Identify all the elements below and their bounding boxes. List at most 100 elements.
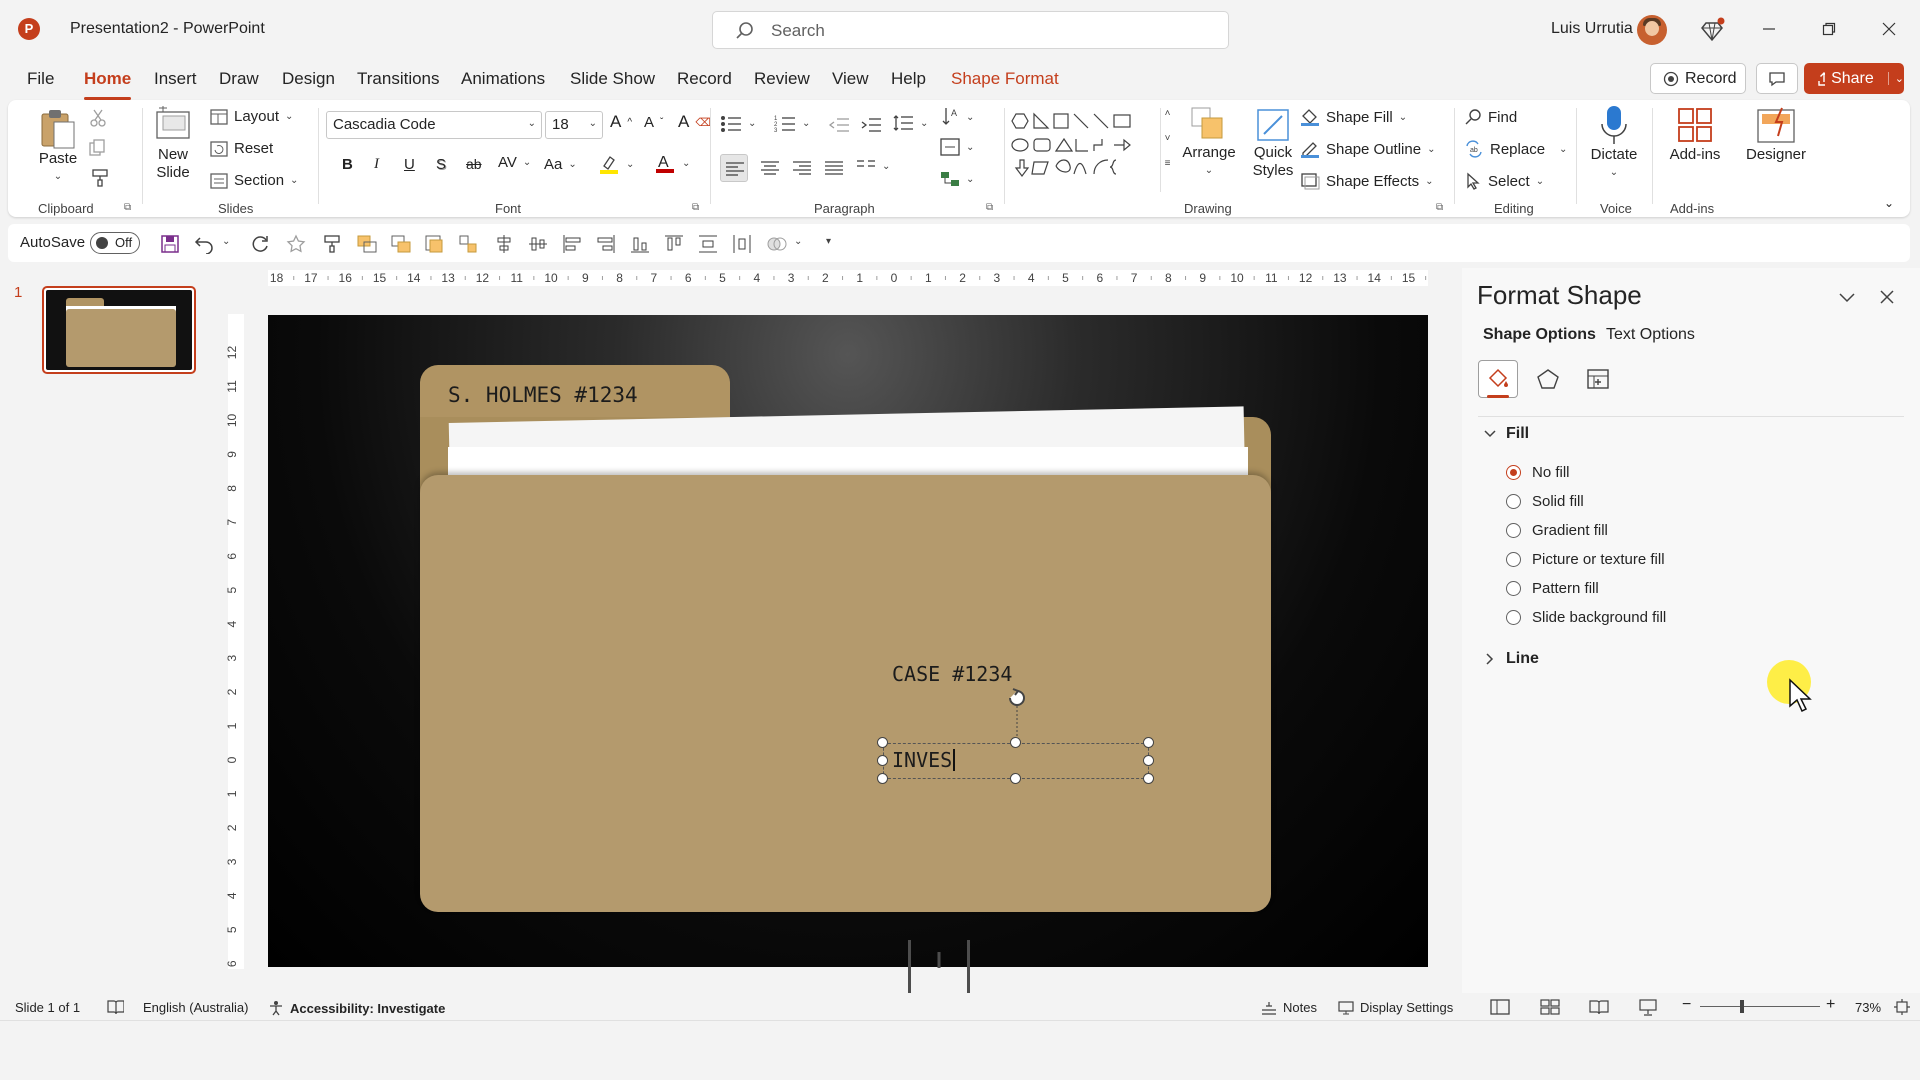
fill-section-header[interactable]: Fill (1484, 425, 1529, 443)
record-button[interactable]: Record (1650, 63, 1746, 94)
radio-no-fill[interactable]: No fill (1506, 464, 1570, 481)
slideshow-view-icon[interactable] (1638, 998, 1658, 1016)
close-pane-icon[interactable] (1879, 289, 1895, 305)
tab-insert[interactable]: Insert (154, 69, 197, 89)
tab-record[interactable]: Record (677, 69, 732, 89)
fill-and-line-tab[interactable] (1478, 360, 1518, 398)
bring-forward-icon[interactable] (356, 234, 378, 254)
font-launcher-icon[interactable]: ⧉ (692, 202, 699, 213)
vertical-ruler[interactable]: 12 11 10 9 8 7 6 5 4 3 2 1 0 1 2 3 4 5 6 (226, 288, 246, 988)
radio-button[interactable] (1506, 552, 1521, 567)
folder-label-text[interactable]: S. HOLMES #1234 (448, 383, 638, 407)
highlight-icon[interactable]: ⌄ (598, 154, 634, 174)
align-bottom-icon[interactable] (630, 234, 650, 254)
slide-sorter-icon[interactable] (1540, 999, 1560, 1015)
collapse-ribbon-icon[interactable]: ⌄ (1884, 196, 1894, 210)
save-icon[interactable] (160, 234, 180, 254)
new-slide-button[interactable]: New Slide (148, 106, 198, 182)
arrange-button[interactable]: Arrange ⌄ (1178, 106, 1240, 180)
tab-review[interactable]: Review (754, 69, 810, 89)
effects-tab[interactable] (1528, 360, 1568, 398)
italic-icon[interactable]: I (374, 156, 379, 173)
numbering-icon[interactable]: 1 2 3 ⌄ (774, 114, 810, 132)
tab-file[interactable]: File (27, 69, 54, 89)
reset-button[interactable]: Reset (210, 140, 273, 157)
notes-pane-handle[interactable] (908, 940, 970, 1000)
close-window-icon[interactable] (1866, 14, 1912, 44)
language-status[interactable]: English (Australia) (143, 1000, 249, 1015)
designer-button[interactable]: Designer (1736, 106, 1816, 164)
align-right-icon[interactable] (792, 160, 812, 176)
font-color-icon[interactable]: A ⌄ (654, 152, 690, 174)
send-backward-icon[interactable] (390, 234, 412, 254)
bold-icon[interactable]: B (342, 156, 353, 173)
spelling-check-icon[interactable] (106, 999, 124, 1015)
radio-slide-background-fill[interactable]: Slide background fill (1506, 609, 1666, 626)
premium-diamond-icon[interactable] (1700, 17, 1726, 43)
columns-icon[interactable]: ⌄ (856, 158, 890, 174)
strikethrough-icon[interactable]: ab (466, 156, 482, 172)
bring-to-front-icon[interactable] (424, 234, 446, 254)
format-painter-qat-icon[interactable] (322, 234, 342, 254)
tab-transitions[interactable]: Transitions (357, 69, 440, 89)
radio-button[interactable] (1506, 494, 1521, 509)
radio-button[interactable] (1506, 610, 1521, 625)
increase-indent-icon[interactable] (860, 116, 882, 134)
align-right-objects-icon[interactable] (596, 234, 616, 254)
group-objects-icon[interactable] (458, 234, 480, 254)
resize-handle[interactable] (877, 737, 888, 748)
select-button[interactable]: Select ⌄ (1464, 172, 1544, 190)
font-size-select[interactable]: 18 ⌄ (545, 111, 603, 139)
radio-solid-fill[interactable]: Solid fill (1506, 493, 1584, 510)
replace-button[interactable]: ab Replace ⌄ (1464, 140, 1567, 158)
share-button[interactable]: Share ⌄ (1804, 63, 1904, 94)
paragraph-launcher-icon[interactable]: ⧉ (986, 202, 993, 213)
copy-icon[interactable] (88, 138, 110, 158)
restore-icon[interactable] (1806, 14, 1852, 44)
radio-button[interactable] (1506, 581, 1521, 596)
change-case-icon[interactable]: Aa ⌄ (544, 156, 577, 173)
undo-chevron-icon[interactable]: ⌄ (222, 236, 230, 247)
shrink-font-icon[interactable]: Aˇ (644, 114, 663, 131)
smartart-icon[interactable]: ⌄ (940, 170, 974, 188)
user-name[interactable]: Luis Urrutia (1551, 20, 1633, 38)
zoom-in-icon[interactable]: + (1826, 996, 1835, 1014)
cut-icon[interactable] (88, 108, 108, 128)
accessibility-status[interactable]: Accessibility: Investigate (268, 1000, 445, 1016)
zoom-level[interactable]: 73% (1855, 1000, 1881, 1015)
line-section-header[interactable]: Line (1484, 650, 1539, 668)
align-text-icon[interactable]: ⌄ (940, 138, 974, 156)
resize-handle[interactable] (1143, 737, 1154, 748)
shape-effects-button[interactable]: Shape Effects ⌄ (1300, 172, 1434, 190)
undo-icon[interactable] (194, 234, 216, 254)
radio-button[interactable] (1506, 523, 1521, 538)
zoom-slider-track[interactable] (1700, 1006, 1820, 1007)
justify-icon[interactable] (824, 160, 844, 176)
tab-draw[interactable]: Draw (219, 69, 259, 89)
slide-canvas[interactable]: S. HOLMES #1234 CASE #1234 INVES (268, 315, 1428, 967)
tab-view[interactable]: View (832, 69, 869, 89)
radio-pattern-fill[interactable]: Pattern fill (1506, 580, 1599, 597)
shapes-gallery-scroll[interactable]: ˄ ˅ ≡ (1160, 108, 1174, 192)
user-avatar[interactable] (1637, 15, 1667, 45)
merge-shapes-icon[interactable] (766, 234, 788, 254)
text-direction-icon[interactable]: A ⌄ (940, 106, 974, 128)
clipboard-launcher-icon[interactable]: ⧉ (124, 202, 131, 213)
dictate-button[interactable]: Dictate ⌄ (1584, 104, 1644, 182)
resize-handle[interactable] (877, 755, 888, 766)
slide-thumbnail[interactable] (42, 286, 196, 374)
distribute-vertical-icon[interactable] (698, 234, 718, 254)
text-box-editing[interactable]: INVES (892, 748, 955, 772)
tab-text-options[interactable]: Text Options (1606, 326, 1695, 344)
case-label-text[interactable]: CASE #1234 (892, 662, 1012, 686)
distribute-horizontal-icon[interactable] (732, 234, 752, 254)
pane-options-chevron-icon[interactable] (1838, 292, 1856, 304)
tab-design[interactable]: Design (282, 69, 335, 89)
tab-shape-options[interactable]: Shape Options (1483, 326, 1596, 344)
font-family-select[interactable]: Cascadia Code ⌄ (326, 111, 542, 139)
align-middle-icon[interactable] (528, 234, 548, 254)
align-center-icon[interactable] (760, 160, 780, 176)
size-properties-tab[interactable] (1578, 360, 1618, 398)
share-chevron-icon[interactable]: ⌄ (1887, 72, 1904, 85)
normal-view-icon[interactable] (1490, 999, 1510, 1015)
